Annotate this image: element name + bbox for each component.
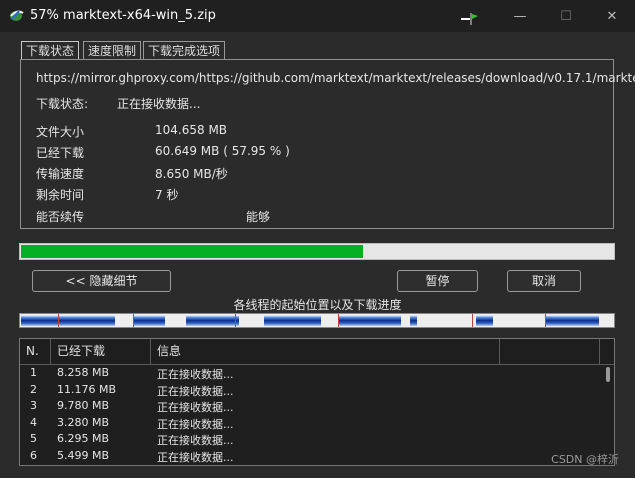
row-number: 4: [30, 415, 37, 429]
row-info: 正在接收数据...: [157, 417, 234, 431]
row-info: 正在接收数据...: [157, 434, 234, 447]
speed-value: 8.650 MB/秒: [155, 167, 228, 181]
tab-completion-options[interactable]: 下载完成选项: [143, 41, 226, 60]
tab-speed-limit[interactable]: 速度限制: [83, 41, 142, 60]
thread-start-marker: [133, 314, 134, 327]
row-number: 6: [30, 448, 37, 462]
thread-segment: [264, 315, 321, 326]
row-info: 正在接收数据...: [157, 450, 234, 464]
column-header-number[interactable]: N.: [20, 339, 51, 364]
row-info: 正在接收数据...: [157, 368, 234, 381]
row-downloaded: 6.295 MB: [57, 432, 110, 445]
row-downloaded: 8.258 MB: [57, 366, 110, 379]
table-row[interactable]: 5 6.295 MB 正在接收数据...: [20, 432, 600, 449]
thread-start-marker: [235, 314, 236, 327]
hide-details-button[interactable]: << 隐藏细节: [32, 270, 171, 292]
remaining-time-label: 剩余时间: [36, 188, 85, 202]
speed-label: 传输速度: [36, 167, 85, 181]
downloaded-value: 60.649 MB ( 57.95 % ): [155, 144, 290, 158]
download-progress-bar: [19, 243, 615, 260]
row-info: 正在接收数据...: [157, 401, 234, 414]
thread-start-marker: [58, 314, 59, 327]
remaining-time-value: 7 秒: [155, 188, 179, 202]
close-button[interactable]: ✕: [589, 0, 635, 32]
downloaded-label: 已经下载: [36, 146, 85, 160]
thread-segment: [410, 315, 417, 326]
tab-download-status[interactable]: 下载状态: [21, 41, 80, 60]
thread-segment: [476, 315, 493, 326]
table-header: N. 已经下载 信息: [20, 339, 614, 365]
window-title: 57% marktext-x64-win_5.zip: [30, 8, 216, 23]
row-downloaded: 5.499 MB: [57, 448, 110, 462]
maximize-button[interactable]: ☐: [543, 0, 589, 32]
thread-segment: [21, 315, 115, 326]
table-row[interactable]: 3 9.780 MB 正在接收数据...: [20, 399, 600, 416]
cancel-button[interactable]: 取消: [507, 270, 581, 292]
state-label: 下载状态:: [36, 97, 89, 111]
app-icon: [9, 7, 25, 23]
row-downloaded: 11.176 MB: [57, 382, 117, 396]
thread-table: N. 已经下载 信息 1 8.258 MB 正在接收数据... 2 11.176…: [19, 338, 615, 466]
resume-label: 能否续传: [36, 210, 85, 224]
download-url: https://mirror.ghproxy.com/https://githu…: [36, 71, 635, 85]
thread-start-marker: [338, 314, 339, 327]
row-number: 2: [30, 382, 37, 396]
thread-segment: [338, 315, 401, 326]
table-row[interactable]: 6 5.499 MB 正在接收数据...: [20, 449, 600, 466]
column-header-downloaded[interactable]: 已经下载: [51, 339, 151, 364]
row-downloaded: 9.780 MB: [57, 399, 110, 412]
thread-segment: [186, 315, 239, 326]
flag-icon: [461, 13, 479, 28]
file-size-value: 104.658 MB: [155, 123, 228, 137]
pause-button[interactable]: 暂停: [397, 270, 478, 292]
resume-value: 能够: [246, 210, 271, 224]
table-row[interactable]: 4 3.280 MB 正在接收数据...: [20, 416, 600, 433]
watermark: CSDN @梓沂: [551, 453, 619, 466]
thread-start-marker: [545, 314, 546, 327]
row-number: 3: [30, 399, 37, 412]
segments-label: 各线程的起始位置以及下载进度: [233, 298, 402, 312]
row-info: 正在接收数据...: [157, 384, 234, 398]
row-number: 5: [30, 432, 37, 445]
column-header-info[interactable]: 信息: [151, 339, 500, 364]
column-header-extra: [500, 339, 600, 364]
file-size-label: 文件大小: [36, 125, 85, 139]
row-number: 1: [30, 366, 37, 379]
minimize-button[interactable]: —: [497, 0, 543, 32]
thread-segments-bar: [19, 313, 615, 328]
thread-start-marker: [472, 314, 473, 327]
table-row[interactable]: 2 11.176 MB 正在接收数据...: [20, 383, 600, 400]
progress-fill: [21, 245, 364, 258]
thread-segment: [133, 315, 165, 326]
row-downloaded: 3.280 MB: [57, 415, 110, 429]
table-scrollbar[interactable]: [606, 367, 610, 382]
thread-segment: [545, 315, 599, 326]
state-value: 正在接收数据...: [117, 97, 201, 111]
table-row[interactable]: 1 8.258 MB 正在接收数据...: [20, 366, 600, 383]
